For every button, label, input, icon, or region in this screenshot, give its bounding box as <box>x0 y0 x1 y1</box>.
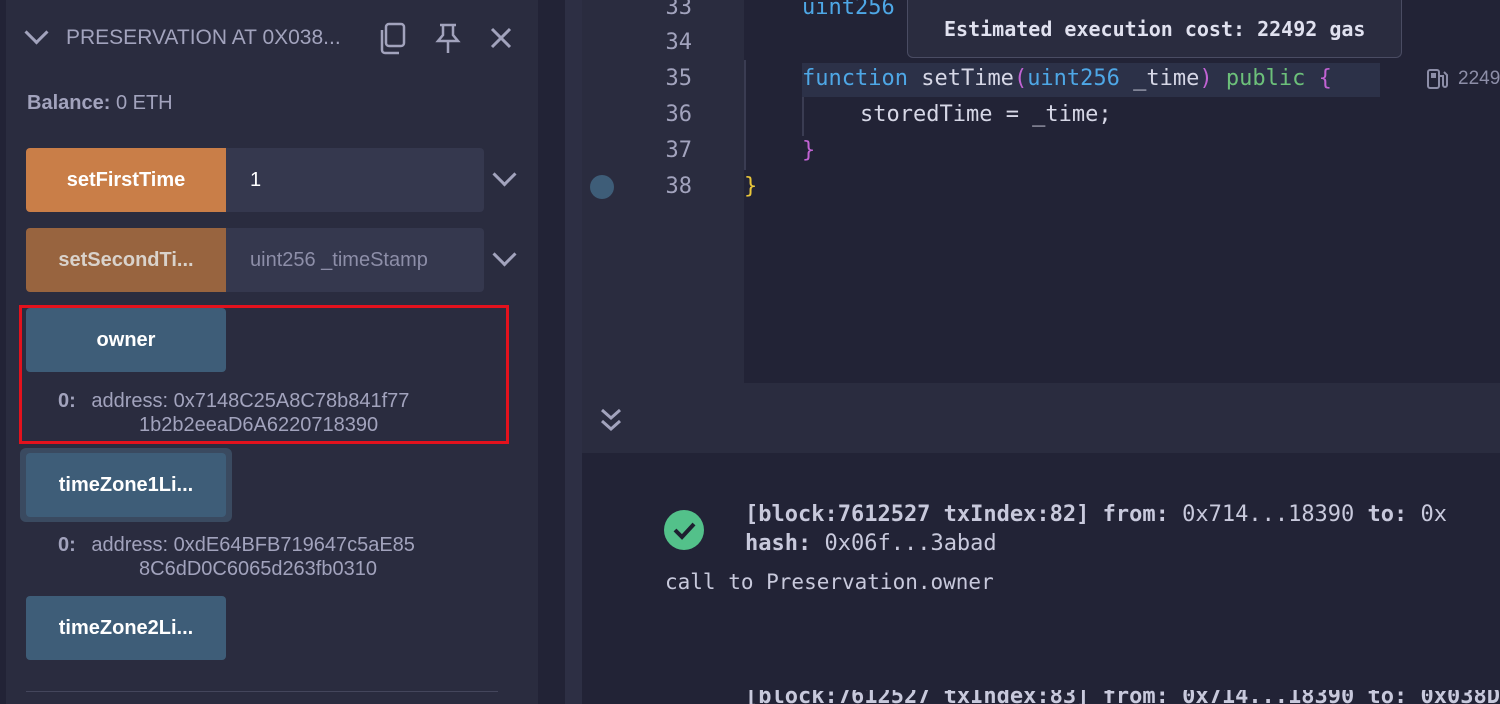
collapse-chevron-icon[interactable] <box>24 20 49 45</box>
line-number: 35 <box>665 66 693 91</box>
breakpoint-dot[interactable] <box>590 175 614 199</box>
line-number: 36 <box>665 102 693 127</box>
timezone2library-button[interactable]: timeZone2Li... <box>26 596 226 660</box>
code-token: ( <box>1013 66 1028 91</box>
divider <box>26 691 498 692</box>
setsecondtime-expand-chevron-icon[interactable] <box>492 242 517 267</box>
tx-to-value: 0x <box>1420 502 1448 527</box>
code-line: uint256 <box>802 0 895 20</box>
balance: Balance: 0 ETH <box>27 92 173 115</box>
copy-icon[interactable] <box>378 22 406 56</box>
tx-line1: [block:7612527 txIndex:82] from: 0x714..… <box>745 502 1447 527</box>
code-token: uint256 <box>1027 66 1120 91</box>
setfirsttime-expand-chevron-icon[interactable] <box>492 162 517 187</box>
tx-hash-value: 0x06f...3abad <box>824 531 997 556</box>
close-icon[interactable] <box>489 26 513 50</box>
code-token: function <box>802 66 908 91</box>
timezone1library-result: 0: address: 0xdE64BFB719647c5aE85 <box>58 533 415 557</box>
setsecondtime-input[interactable]: uint256 _timeStamp <box>226 228 484 292</box>
tx-from-label: from: <box>1102 502 1169 527</box>
indent-guide <box>802 96 804 136</box>
tx-to-label: to: <box>1367 502 1408 527</box>
next-log-line: [block:7612527 txIndex:83] from: 0x714..… <box>745 690 1500 704</box>
timezone1library-result-line2: 8C6dD0C6065d263fb0310 <box>139 558 377 580</box>
indent-guide <box>744 60 746 170</box>
pin-icon[interactable] <box>434 22 462 56</box>
setsecondtime-button[interactable]: setSecondTi... <box>26 228 226 292</box>
code-line: storedTime = _time; <box>860 102 1112 127</box>
success-check-icon <box>664 510 704 550</box>
code-token: public <box>1212 66 1306 91</box>
line-number: 33 <box>665 0 693 20</box>
panel-separator <box>538 0 565 704</box>
code-token: _time <box>1119 66 1200 91</box>
code-token: { <box>1305 66 1332 91</box>
code-line: } <box>744 174 758 199</box>
gas-hint: 2249 <box>1458 68 1500 89</box>
highlight-box <box>19 305 509 444</box>
next-log-text: [block:7612527 txIndex:83] from: 0x714..… <box>745 690 1500 704</box>
balance-value: 0 ETH <box>115 92 173 114</box>
panel-edge <box>0 0 6 704</box>
timezone1library-button[interactable]: timeZone1Li... <box>26 453 226 517</box>
deployed-contract-panel: PRESERVATION AT 0X038... Balance: 0 ETH … <box>0 0 538 704</box>
tx-block: [block:7612527 txIndex:82] <box>745 502 1090 527</box>
gas-pump-icon <box>1426 68 1448 90</box>
code-line: function setTime(uint256 _time) public { <box>802 66 1332 91</box>
call-text: call to Preservation.owner <box>665 570 994 594</box>
timezone1library-result-index: 0: <box>58 534 76 556</box>
tx-hash-label: hash: <box>745 531 812 556</box>
code-token: setTime <box>907 66 1014 91</box>
tx-line2: hash: 0x06f...3abad <box>745 531 997 556</box>
balance-label: Balance: <box>27 92 111 114</box>
code-token: ) <box>1199 66 1213 91</box>
gas-estimate-tooltip: Estimated execution cost: 22492 gas <box>907 0 1402 58</box>
setfirsttime-button[interactable]: setFirstTime <box>26 148 226 212</box>
tx-from-value: 0x714...18390 <box>1182 502 1355 527</box>
double-chevron-down-icon[interactable] <box>598 407 624 433</box>
code-line: } <box>802 138 816 163</box>
line-number: 38 <box>665 174 693 199</box>
terminal-toolbar <box>582 383 1500 453</box>
timezone1library-result-line1: address: 0xdE64BFB719647c5aE85 <box>91 534 415 556</box>
editor-left-edge <box>565 0 582 704</box>
line-number: 37 <box>665 138 693 163</box>
setfirsttime-input[interactable]: 1 <box>226 148 484 212</box>
line-number: 34 <box>665 30 693 55</box>
contract-title: PRESERVATION AT 0X038... <box>66 26 341 49</box>
